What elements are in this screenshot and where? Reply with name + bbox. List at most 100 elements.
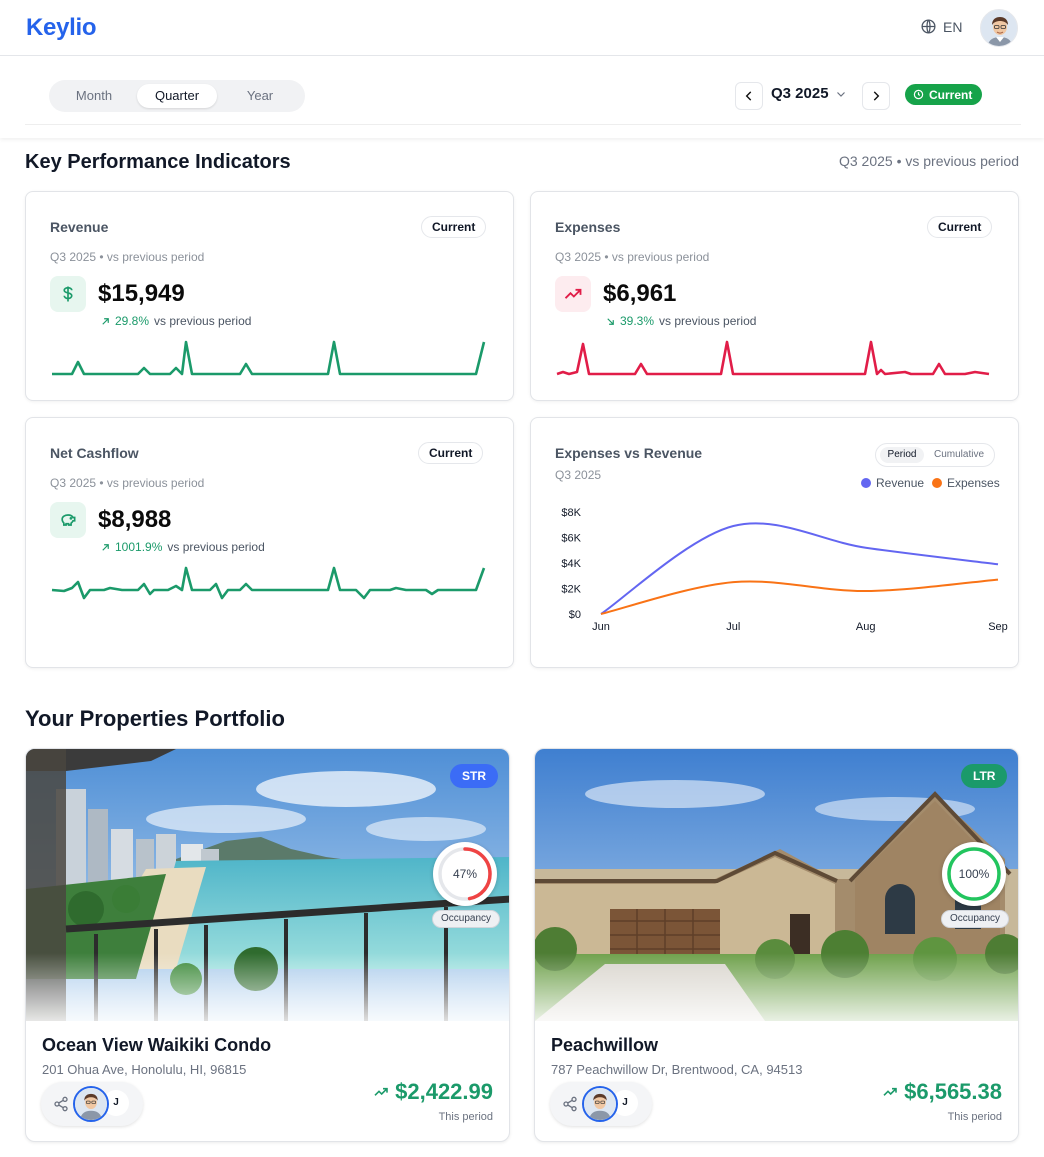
comparison-title: Expenses vs Revenue xyxy=(555,445,703,461)
cashflow-sparkline xyxy=(51,566,486,600)
cashflow-change: 1001.9% vs previous period xyxy=(100,540,265,554)
revenue-value: $15,949 xyxy=(98,280,185,307)
expenses-vs-revenue-chart: $0 $2K $4K $6K $8K Jun Jul Aug Sep xyxy=(561,507,1008,633)
rental-type-badge: STR xyxy=(450,764,498,788)
properties-section-title: Your Properties Portfolio xyxy=(25,706,285,731)
property-name: Ocean View Waikiki Condo xyxy=(42,1035,272,1055)
occupancy-percent: 100% xyxy=(958,867,990,881)
expenses-value: $6,961 xyxy=(603,280,677,307)
cashflow-value: $8,988 xyxy=(98,506,172,533)
arrow-down-right-icon xyxy=(607,317,614,325)
expenses-period: Q3 2025 • vs previous period xyxy=(555,250,710,264)
occupancy-label: Occupancy xyxy=(432,910,501,928)
y-tick-label: $0 xyxy=(569,609,581,621)
legend-revenue[interactable]: Revenue xyxy=(861,476,924,490)
cashflow-title: Net Cashflow xyxy=(50,445,139,461)
property-card-ocean-view[interactable]: STR 47% Occupancy Ocean View Waikiki Con… xyxy=(25,748,510,1142)
kpi-section-subtitle: Q3 2025 • vs previous period xyxy=(838,153,1019,169)
x-tick-label: Aug xyxy=(856,621,876,633)
trending-up-icon xyxy=(555,276,591,312)
piggy-bank-icon xyxy=(50,502,86,538)
property-amount-period: This period xyxy=(438,1111,493,1123)
chevron-down-icon xyxy=(836,91,845,97)
owner-avatar[interactable] xyxy=(73,1086,109,1122)
expenses-sparkline xyxy=(556,340,990,376)
next-period-button[interactable] xyxy=(862,82,890,110)
expenses-current-badge: Current xyxy=(927,216,993,238)
revenue-card: Revenue Current Q3 2025 • vs previous pe… xyxy=(25,191,514,401)
kpi-section-title: Key Performance Indicators xyxy=(25,151,291,173)
language-selector[interactable]: EN xyxy=(920,18,962,35)
property-card-peachwillow[interactable]: LTR 100% Occupancy Peachwillow 787 Peach… xyxy=(534,748,1019,1142)
occupancy-gauge: 100% xyxy=(942,842,1006,906)
legend-expenses[interactable]: Expenses xyxy=(932,476,1000,490)
tab-year[interactable]: Year xyxy=(223,84,297,108)
x-tick-label: Jun xyxy=(592,621,610,633)
cashflow-change-label: vs previous period xyxy=(167,540,265,554)
previous-period-button[interactable] xyxy=(735,82,763,110)
property-amount: $6,565.38 xyxy=(882,1079,1002,1105)
owner-share-pill[interactable]: J xyxy=(550,1082,652,1126)
tab-month[interactable]: Month xyxy=(57,84,131,108)
series-line-revenue[interactable] xyxy=(600,522,999,615)
expenses-change-label: vs previous period xyxy=(659,314,757,328)
filter-divider xyxy=(25,124,1021,125)
cashflow-period: Q3 2025 • vs previous period xyxy=(50,476,205,490)
revenue-change-percent: 29.8% xyxy=(115,314,150,328)
property-amount-value: $6,565.38 xyxy=(904,1079,1002,1104)
cashflow-current-badge: Current xyxy=(418,442,484,464)
occupancy-gauge: 47% xyxy=(433,842,497,906)
owner-share-pill[interactable]: J xyxy=(41,1082,143,1126)
clock-icon xyxy=(913,89,924,100)
property-amount: $2,422.99 xyxy=(373,1079,493,1105)
expenses-title: Expenses xyxy=(555,219,621,235)
property-address: 201 Ohua Ave, Honolulu, HI, 96815 xyxy=(42,1062,247,1077)
property-address: 787 Peachwillow Dr, Brentwood, CA, 94513 xyxy=(551,1062,803,1077)
expenses-change: 39.3% vs previous period xyxy=(605,314,756,328)
legend-revenue-label: Revenue xyxy=(876,476,925,490)
share-icon[interactable] xyxy=(562,1096,578,1112)
language-label: EN xyxy=(943,18,963,35)
share-icon[interactable] xyxy=(53,1096,69,1112)
expenses-vs-revenue-card: Expenses vs Revenue Q3 2025 Period Cumul… xyxy=(530,417,1019,668)
property-amount-value: $2,422.99 xyxy=(395,1079,493,1104)
period-filter-bar: Month Quarter Year Q3 2025 Current xyxy=(0,56,1044,138)
trending-up-icon xyxy=(883,1087,897,1096)
expenses-card: Expenses Current Q3 2025 • vs previous p… xyxy=(530,191,1019,401)
legend-expenses-swatch xyxy=(932,478,942,488)
globe-icon xyxy=(921,19,936,34)
toggle-period[interactable]: Period xyxy=(880,447,924,463)
x-tick-label: Sep xyxy=(988,621,1008,633)
owner-avatar[interactable] xyxy=(582,1086,618,1122)
trending-up-icon xyxy=(374,1087,388,1096)
revenue-title: Revenue xyxy=(50,219,109,235)
toggle-cumulative[interactable]: Cumulative xyxy=(928,447,990,463)
period-dropdown[interactable]: Q3 2025 xyxy=(771,85,847,102)
arrow-up-right-icon xyxy=(102,543,109,551)
revenue-change: 29.8% vs previous period xyxy=(100,314,251,328)
legend-expenses-label: Expenses xyxy=(947,476,1000,490)
arrow-up-right-icon xyxy=(102,317,109,325)
x-tick-label: Jul xyxy=(726,621,740,633)
revenue-sparkline xyxy=(52,340,486,376)
user-avatar[interactable] xyxy=(980,9,1018,47)
app-logo[interactable]: Keylio xyxy=(26,14,97,42)
series-line-expenses[interactable] xyxy=(600,578,999,615)
tab-quarter[interactable]: Quarter xyxy=(137,84,217,108)
occupancy-percent: 47% xyxy=(452,867,478,881)
revenue-change-label: vs previous period xyxy=(154,314,252,328)
current-period-label: Current xyxy=(929,87,973,102)
revenue-period: Q3 2025 • vs previous period xyxy=(50,250,205,264)
rental-type-badge: LTR xyxy=(961,764,1008,788)
current-period-button[interactable]: Current xyxy=(905,84,983,105)
top-navigation-bar: Keylio EN xyxy=(0,0,1044,56)
expenses-change-percent: 39.3% xyxy=(620,314,655,328)
dollar-icon xyxy=(50,276,86,312)
occupancy-label: Occupancy xyxy=(941,910,1010,928)
y-tick-label: $6K xyxy=(561,533,581,545)
net-cashflow-card: Net Cashflow Current Q3 2025 • vs previo… xyxy=(25,417,514,668)
selected-period: Q3 2025 xyxy=(771,85,829,102)
cashflow-change-percent: 1001.9% xyxy=(115,540,163,554)
y-tick-label: $4K xyxy=(561,558,581,570)
period-cumulative-toggle: Period Cumulative xyxy=(875,443,995,467)
